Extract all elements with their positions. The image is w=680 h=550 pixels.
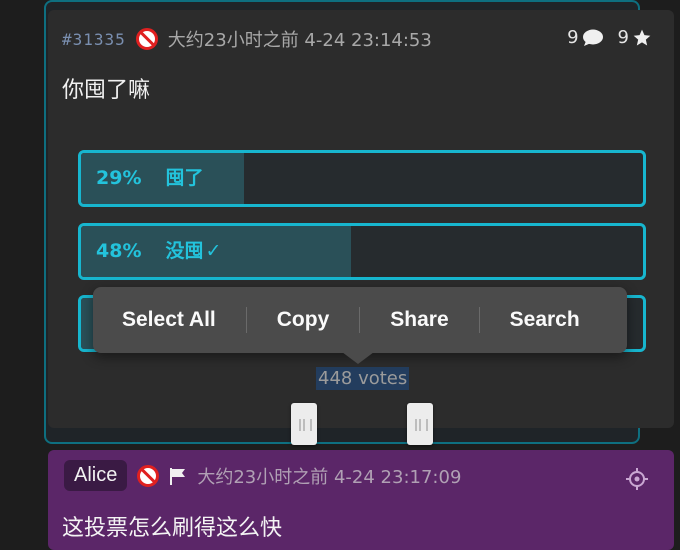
- total-votes-selected[interactable]: 448 votes: [316, 367, 410, 390]
- poll-total: 448 votes: [316, 367, 410, 390]
- ban-icon: [135, 28, 158, 50]
- author-badge[interactable]: Alice: [64, 460, 128, 491]
- poll-option-2[interactable]: 48% 没囤 ✓: [78, 223, 646, 280]
- text-context-menu: Select All Copy Share Search: [93, 287, 627, 353]
- menu-search[interactable]: Search: [480, 308, 610, 332]
- poll-option-percent: 48%: [96, 240, 142, 262]
- reply-card: Alice 大约23小时之前 4-24 23:17:09 这投票怎么刷得这么快: [48, 450, 674, 550]
- selection-handle-end[interactable]: [407, 403, 433, 445]
- selection-handle-start[interactable]: [291, 403, 317, 445]
- post-counts: 9 9: [567, 27, 652, 48]
- reply-time: 大约23小时之前 4-24 23:17:09: [197, 466, 462, 488]
- post-body: 你囤了嘛: [62, 78, 151, 103]
- chat-icon: [582, 29, 603, 46]
- ban-icon: [137, 464, 160, 487]
- menu-copy[interactable]: Copy: [247, 308, 360, 332]
- star-count-value: 9: [617, 27, 629, 48]
- poll-option-1[interactable]: 29% 囤了: [78, 150, 646, 207]
- reply-body: 这投票怎么刷得这么快: [62, 516, 283, 541]
- post-card: #31335 大约23小时之前 4-24 23:14:53 9 9 你囤了嘛 2…: [48, 10, 674, 428]
- star-count[interactable]: 9: [618, 27, 652, 48]
- locate-icon[interactable]: [626, 468, 648, 490]
- reply-count[interactable]: 9: [567, 27, 603, 48]
- reply-meta: Alice 大约23小时之前 4-24 23:17:09: [64, 460, 461, 491]
- poll-option-label-wrap: 没囤 ✓: [165, 226, 221, 277]
- menu-share[interactable]: Share: [360, 308, 478, 332]
- reply-count-value: 9: [567, 27, 579, 48]
- star-icon: [633, 29, 651, 45]
- flag-icon: [170, 467, 186, 485]
- menu-pointer: [342, 352, 374, 364]
- poll-option-text: 48% 没囤 ✓: [96, 226, 221, 277]
- post-time: 大约23小时之前 4-24 23:14:53: [167, 30, 432, 51]
- poll-option-label: 没囤: [165, 240, 204, 262]
- poll-option-text: 29% 囤了: [96, 153, 204, 204]
- menu-select-all[interactable]: Select All: [93, 308, 246, 332]
- poll-option-label: 囤了: [165, 167, 204, 189]
- post-meta: #31335 大约23小时之前 4-24 23:14:53: [62, 27, 432, 51]
- post-id[interactable]: #31335: [62, 30, 126, 49]
- poll-option-percent: 29%: [96, 167, 142, 189]
- check-icon: ✓: [205, 240, 222, 262]
